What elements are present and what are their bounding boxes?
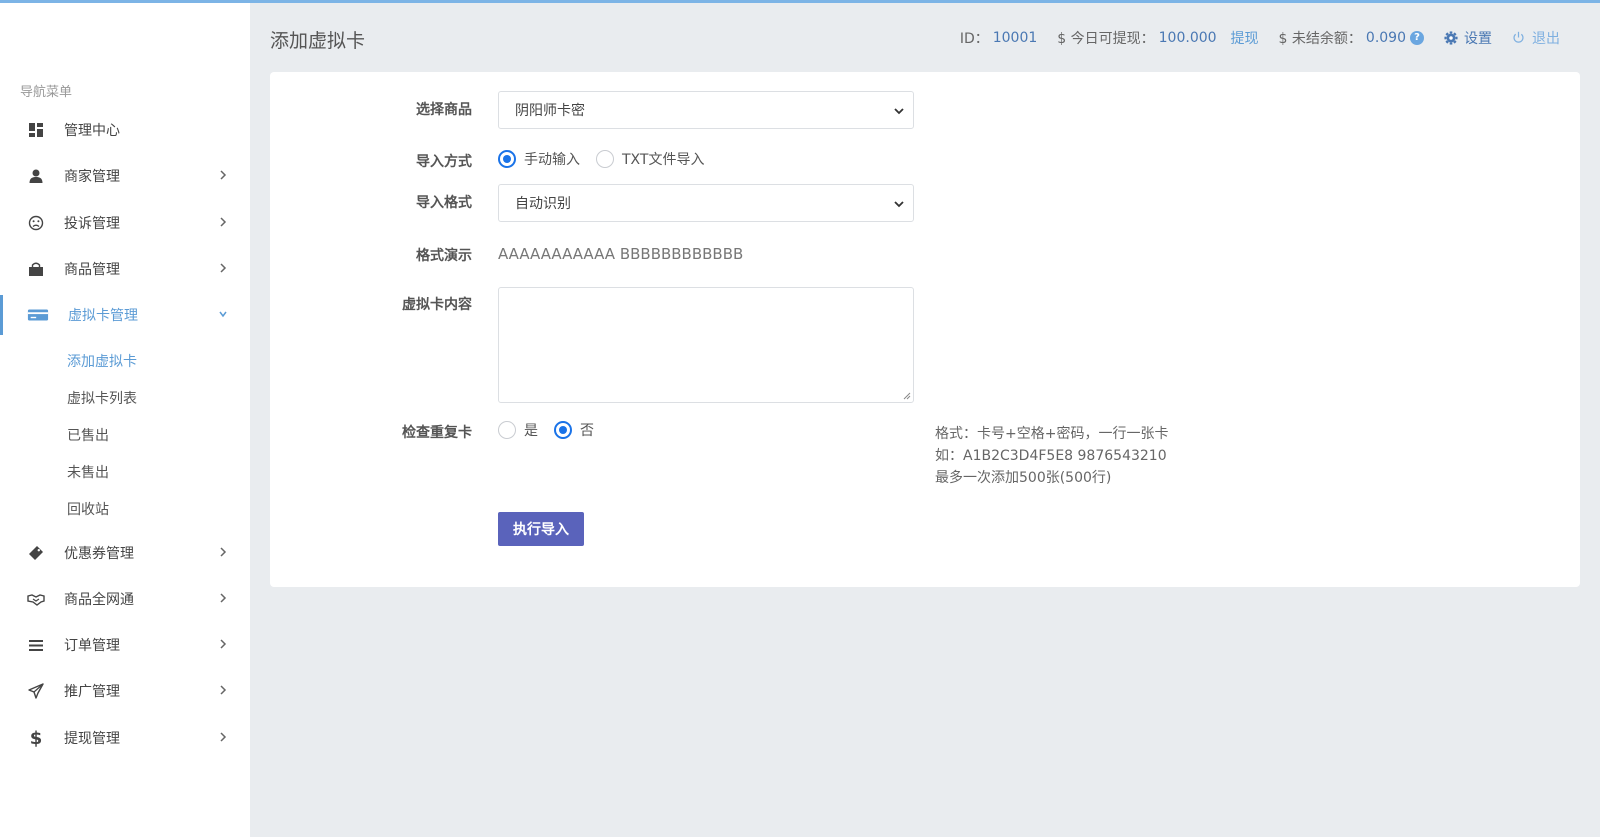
chevron-down-icon [218,307,228,321]
sidebar-item-label: 管理中心 [64,123,120,139]
help-icon[interactable]: ? [1410,31,1424,45]
list-icon [26,635,46,655]
sidebar-subitem-unsold[interactable]: 未售出 [67,462,109,482]
sidebar-item-label: 商品管理 [64,262,120,278]
user-id: ID： 10001 [960,28,1037,48]
sidebar-item-promotion[interactable]: 推广管理 [0,671,250,711]
dup-check-yes-label[interactable]: 是 [524,420,538,440]
dup-check-label: 检查重复卡 [402,425,472,441]
withdrawable-today: $ 今日可提现： 100.000 提现 [1057,28,1258,48]
credit-card-icon [26,305,50,325]
sidebar-item-label: 推广管理 [64,684,120,700]
import-mode-txt-label[interactable]: TXT文件导入 [622,149,704,169]
dup-check-group: 是 否 [498,420,610,440]
dashboard-icon [26,120,46,140]
sidebar-item-label: 优惠券管理 [64,546,134,562]
chevron-right-icon [218,683,228,697]
card-content-label: 虚拟卡内容 [402,297,472,313]
sidebar-item-orders[interactable]: 订单管理 [0,625,250,665]
dup-check-no-label[interactable]: 否 [580,420,594,440]
import-format-value: 自动识别 [515,196,571,212]
sidebar-subitem-recycle-bin[interactable]: 回收站 [67,499,109,519]
sidebar-item-label: 商品全网通 [64,592,134,608]
withdrawable-label: $ 今日可提现： [1057,31,1155,47]
chevron-right-icon [218,545,228,559]
sidebar-item-label: 投诉管理 [64,216,120,232]
sidebar-item-product-network[interactable]: 商品全网通 [0,579,250,619]
sidebar-item-complaints[interactable]: 投诉管理 [0,203,250,243]
sidebar-item-label: 订单管理 [64,638,120,654]
chevron-right-icon [218,168,228,182]
import-mode-manual-radio[interactable] [498,150,516,168]
gear-icon [1444,31,1458,45]
header-status-bar: ID： 10001 $ 今日可提现： 100.000 提现 $ 未结余额： 0.… [940,28,1560,48]
card-content-textarea[interactable] [498,287,914,403]
product-select[interactable]: 阴阳师卡密 [498,91,914,129]
chevron-right-icon [218,215,228,229]
import-format-select[interactable]: 自动识别 [498,184,914,222]
sidebar-item-withdrawals[interactable]: $ 提现管理 [0,718,250,758]
power-icon [1512,31,1526,45]
sidebar-item-virtual-cards[interactable]: 虚拟卡管理 [0,295,250,335]
handshake-icon [26,589,46,609]
import-format-label: 导入格式 [416,195,472,211]
chevron-right-icon [218,591,228,605]
tag-icon [26,543,46,563]
product-label: 选择商品 [416,102,472,118]
chevron-right-icon [218,637,228,651]
dollar-icon: $ [29,727,43,749]
add-card-form: 选择商品 阴阳师卡密 导入方式 手动输入 TXT文件导入 导入格式 自动识别 格… [270,72,1580,587]
chevron-right-icon [218,261,228,275]
page-title: 添加虚拟卡 [270,30,366,52]
logout-label: 退出 [1532,31,1560,47]
import-mode-group: 手动输入 TXT文件导入 [498,149,720,169]
chevron-down-icon [893,105,905,117]
withdrawable-value: 100.000 [1158,30,1217,46]
sidebar-item-dashboard[interactable]: 管理中心 [0,110,250,150]
import-mode-manual-label[interactable]: 手动输入 [524,149,580,169]
dup-check-yes-radio[interactable] [498,421,516,439]
user-icon [26,166,46,186]
sidebar-subitem-add-card[interactable]: 添加虚拟卡 [67,351,137,371]
sidebar-item-coupons[interactable]: 优惠券管理 [0,533,250,573]
format-demo-label: 格式演示 [416,248,472,264]
sidebar-item-merchants[interactable]: 商家管理 [0,156,250,196]
unsettled-balance: $ 未结余额： 0.090 ? [1279,28,1424,48]
chevron-right-icon [218,730,228,744]
settings-button[interactable]: 设置 [1444,28,1492,48]
user-id-label: ID： [959,31,989,47]
paper-plane-icon [26,681,46,701]
sidebar-subitem-sold[interactable]: 已售出 [67,425,109,445]
resize-grip-icon[interactable] [901,390,911,400]
format-hint-line: 最多一次添加500张(500行) [935,470,1112,486]
sidebar: 导航菜单 管理中心 商家管理 投诉管理 商品管理 虚拟卡管理 添加虚拟卡 虚拟卡… [0,3,250,837]
dup-check-no-radio[interactable] [554,421,572,439]
chevron-down-icon [893,198,905,210]
import-mode-label: 导入方式 [416,154,472,170]
sidebar-item-products[interactable]: 商品管理 [0,249,250,289]
product-select-value: 阴阳师卡密 [515,103,585,119]
execute-import-button[interactable]: 执行导入 [498,512,584,546]
sidebar-item-label: 商家管理 [64,169,120,185]
sidebar-item-label: 虚拟卡管理 [68,308,138,324]
settings-label: 设置 [1464,31,1492,47]
format-demo-value: AAAAAAAAAAA BBBBBBBBBBBB [498,245,744,263]
shopping-bag-icon [26,259,46,279]
nav-heading: 导航菜单 [20,85,73,100]
sidebar-subitem-card-list[interactable]: 虚拟卡列表 [67,388,137,408]
frown-icon [26,213,46,233]
format-hint-line: 格式：卡号+空格+密码，一行一张卡 [935,426,1169,442]
unsettled-label: $ 未结余额： [1278,31,1362,47]
unsettled-value: 0.090 [1365,30,1406,46]
logout-button[interactable]: 退出 [1512,28,1560,48]
withdraw-link[interactable]: 提现 [1231,28,1259,48]
user-id-value: 10001 [992,30,1038,46]
sidebar-item-label: 提现管理 [64,731,120,747]
format-hint-line: 如：A1B2C3D4F5E8 9876543210 [935,448,1167,464]
import-mode-txt-radio[interactable] [596,150,614,168]
